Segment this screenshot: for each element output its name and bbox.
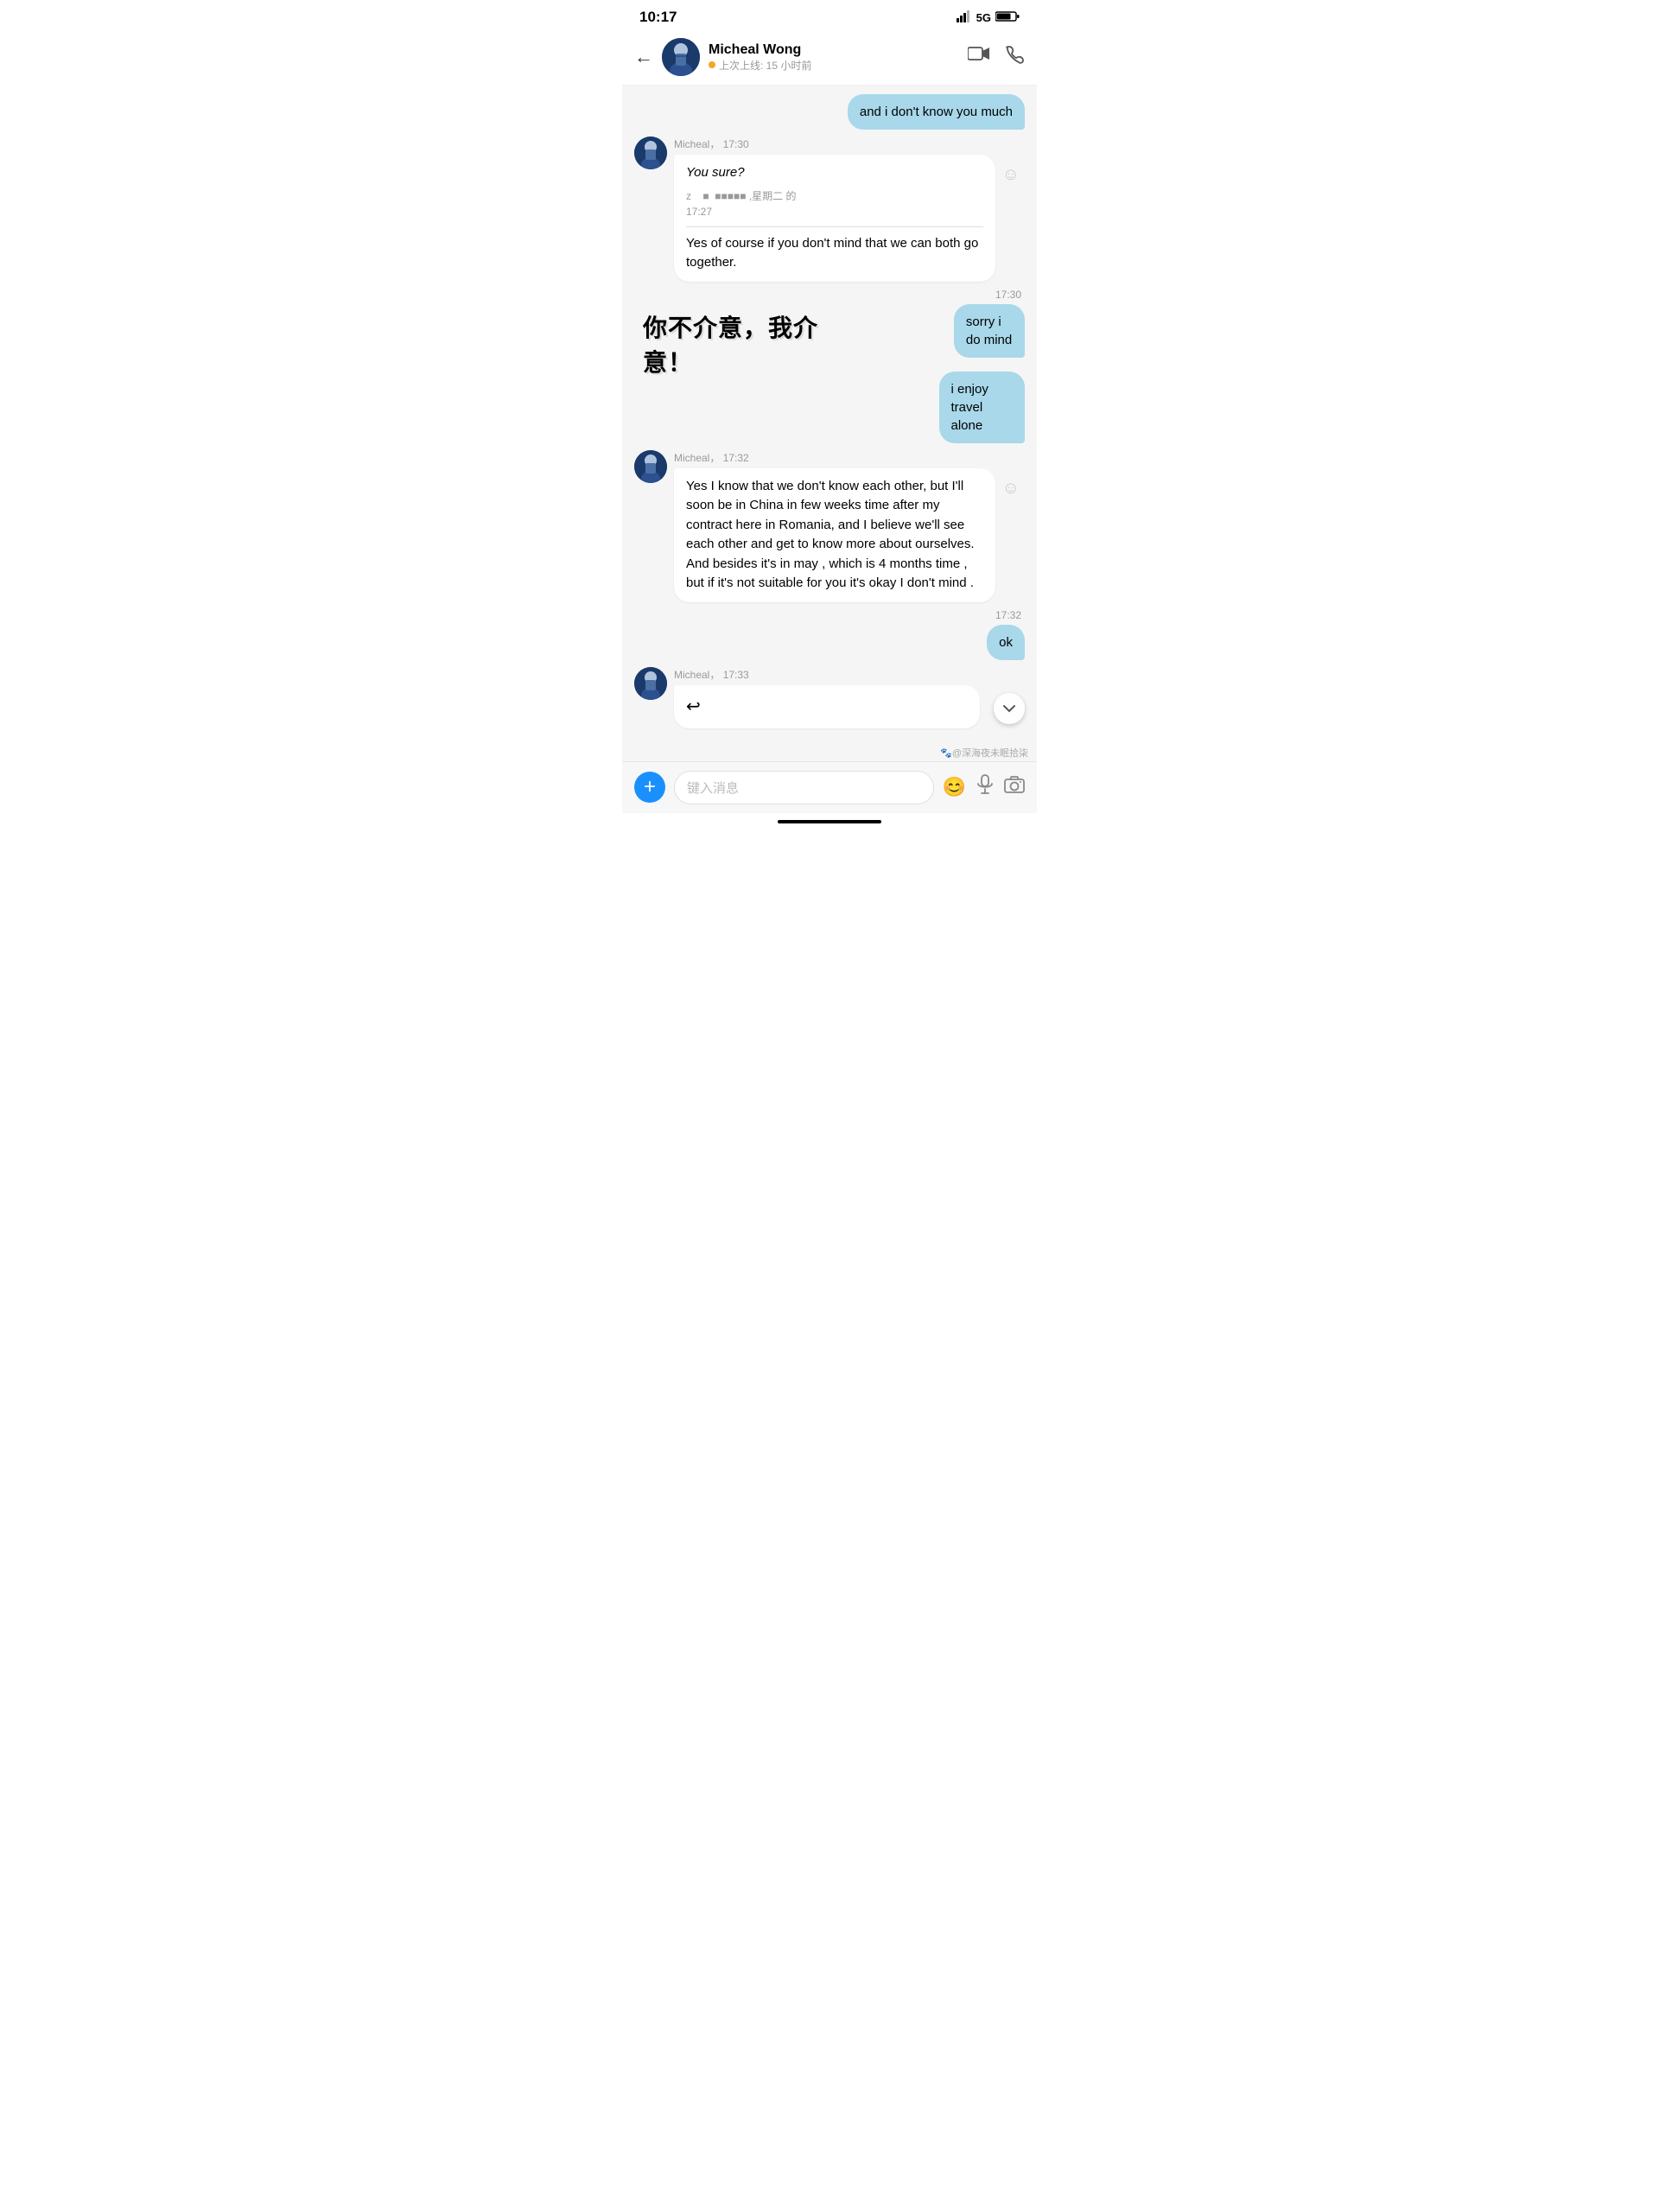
message-sent-ok: ok <box>634 625 1025 660</box>
message-input[interactable]: 键入消息 <box>674 771 934 804</box>
watermark: 🐾@深海夜未眠拾柒 <box>622 744 1037 761</box>
bubble-body-2: Yes I know that we don't know each other… <box>686 477 983 594</box>
signal-icon <box>957 10 972 25</box>
bubble-received-2: Yes I know that we don't know each other… <box>674 468 995 602</box>
home-bar <box>778 820 881 823</box>
bubble-sent-2: sorry i do mind <box>954 304 1025 358</box>
scroll-down-button[interactable] <box>994 693 1025 724</box>
message-received-1: Micheal， 17:30 You sure? z ■ ■■■■■ ,星期二 … <box>634 137 1025 282</box>
message-received-3: Micheal， 17:33 ↩ <box>634 667 1025 728</box>
voice-call-button[interactable] <box>1006 45 1025 69</box>
bubble-sent-ok: ok <box>987 625 1025 660</box>
status-icons: 5G <box>957 10 1020 25</box>
bubble-sent-1: and i don't know you much <box>848 94 1025 130</box>
overlay-row: 你不介意，我介意！ sorry i do mind i enjoy travel… <box>634 304 1025 450</box>
msg-time-2: 17:32 <box>723 452 749 464</box>
msg-meta-3: Micheal， 17:33 <box>674 667 980 682</box>
msg-content-3: Micheal， 17:33 ↩ <box>674 667 980 728</box>
home-indicator <box>622 813 1037 834</box>
mic-button[interactable] <box>976 774 994 800</box>
sender-name-1: Micheal， <box>674 138 720 150</box>
sender-name-3: Micheal， <box>674 669 720 681</box>
sender-name-2: Micheal， <box>674 452 720 464</box>
msg-time-3: 17:33 <box>723 669 749 681</box>
msg-content-1: Micheal， 17:30 You sure? z ■ ■■■■■ ,星期二 … <box>674 137 995 282</box>
sender-avatar-2 <box>634 450 667 483</box>
emoji-button[interactable]: 😊 <box>943 776 966 798</box>
input-icons: 😊 <box>943 774 1025 800</box>
emoji-reaction-2[interactable]: ☺ <box>1002 475 1020 501</box>
add-button[interactable]: + <box>634 772 665 803</box>
contact-name: Micheal Wong <box>709 42 968 58</box>
sender-avatar-1 <box>634 137 667 169</box>
msg-content-2: Micheal， 17:32 Yes I know that we don't … <box>674 450 995 602</box>
timestamp-1732: 17:32 <box>634 609 1025 621</box>
video-call-button[interactable] <box>968 45 990 69</box>
bubble-sent-3: i enjoy travel alone <box>939 372 1026 443</box>
msg-meta-2: Micheal， 17:32 <box>674 450 995 465</box>
header-actions <box>968 45 1025 69</box>
message-sent-1: and i don't know you much <box>634 94 1025 130</box>
bubble-received-3: ↩ <box>674 685 980 728</box>
battery-icon <box>995 10 1020 25</box>
bubble-body-1: Yes of course if you don't mind that we … <box>686 234 983 273</box>
message-sent-2: sorry i do mind <box>916 304 1025 358</box>
message-received-2: Micheal， 17:32 Yes I know that we don't … <box>634 450 1025 602</box>
bubble-italic-1: You sure? <box>686 163 983 183</box>
msg-meta-1: Micheal， 17:30 <box>674 137 995 151</box>
reply-arrow: ↩ <box>686 697 701 716</box>
status-bar: 10:17 5G <box>622 0 1037 31</box>
chat-area: and i don't know you much Micheal， 17:30… <box>622 86 1037 744</box>
overlay-text: 你不介意，我介意！ <box>643 309 830 378</box>
input-placeholder: 键入消息 <box>687 781 739 796</box>
back-button[interactable]: ← <box>634 46 653 68</box>
msg-time-1: 17:30 <box>723 138 749 150</box>
sender-avatar-3 <box>634 667 667 700</box>
bubble-divider-1 <box>686 226 983 227</box>
contact-info: Micheal Wong 上次上线: 15 小时前 <box>709 42 968 73</box>
network-label: 5G <box>976 11 991 24</box>
message-sent-3: i enjoy travel alone <box>893 372 1025 443</box>
plus-icon: + <box>644 775 656 799</box>
emoji-reaction-1[interactable]: ☺ <box>1002 162 1020 188</box>
quoted-msg-1: z ■ ■■■■■ ,星期二 的 17:27 <box>686 188 983 219</box>
bubble-received-1: You sure? z ■ ■■■■■ ,星期二 的 17:27 Yes of … <box>674 155 995 282</box>
contact-status: 上次上线: 15 小时前 <box>709 58 968 73</box>
last-seen: 上次上线: 15 小时前 <box>719 58 811 73</box>
status-time: 10:17 <box>639 9 677 26</box>
camera-button[interactable] <box>1004 776 1025 798</box>
chat-header: ← Micheal Wong 上次上线: 15 小时前 <box>622 31 1037 86</box>
input-bar: + 键入消息 😊 <box>622 761 1037 813</box>
timestamp-1730: 17:30 <box>634 289 1025 301</box>
online-indicator <box>709 61 715 68</box>
contact-avatar <box>662 38 700 76</box>
